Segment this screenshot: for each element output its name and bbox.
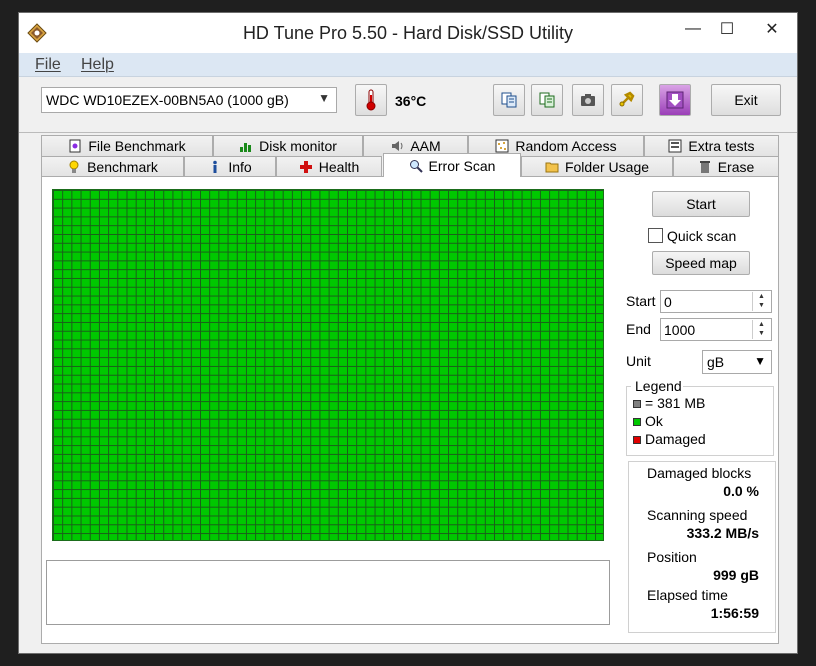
stats-group: Damaged blocks 0.0 % Scanning speed 333.… <box>628 461 776 633</box>
position-value: 999 gB <box>713 567 759 583</box>
thermometer-icon <box>366 89 376 111</box>
tab-disk-monitor[interactable]: Disk monitor <box>213 135 363 156</box>
wrench-icon <box>619 91 635 107</box>
copy-icon <box>501 92 517 108</box>
legend-ok-swatch <box>633 418 641 426</box>
up-arrow-icon[interactable]: ▲ <box>753 292 770 301</box>
tab-label: Disk monitor <box>259 138 337 154</box>
tab-erase[interactable]: Erase <box>673 156 779 177</box>
trash-icon <box>698 160 712 174</box>
end-range-value: 1000 <box>664 322 696 338</box>
tab-label: Error Scan <box>428 157 496 174</box>
damaged-blocks-value: 0.0 % <box>723 483 759 499</box>
tab-label: Erase <box>717 159 755 175</box>
tab-extra-tests[interactable]: Extra tests <box>644 135 779 156</box>
temperature-button[interactable] <box>355 84 387 116</box>
scanning-speed-value: 333.2 MB/s <box>686 525 759 541</box>
legend-damaged-label: Damaged <box>645 431 706 447</box>
tab-file-benchmark[interactable]: File Benchmark <box>41 135 213 156</box>
temperature-readout: 36°C <box>395 93 427 109</box>
folder-icon <box>545 160 559 174</box>
tab-label: Extra tests <box>688 138 755 154</box>
toolbar: WDC WD10EZEX-00BN5A0 (1000 gB) ▼ 36°C Ex… <box>19 78 797 133</box>
exit-button[interactable]: Exit <box>711 84 781 116</box>
unit-select[interactable]: gB ▼ <box>702 350 772 374</box>
speed-map-button[interactable]: Speed map <box>652 251 750 275</box>
title-bar[interactable]: HD Tune Pro 5.50 - Hard Disk/SSD Utility… <box>19 13 797 53</box>
copy-green-icon <box>539 92 555 108</box>
tab-label: Info <box>228 159 252 175</box>
start-range-value: 0 <box>664 294 672 310</box>
end-range-input[interactable]: 1000 ▲ ▼ <box>660 318 772 341</box>
camera-icon <box>581 94 595 106</box>
tab-info[interactable]: Info <box>184 156 276 177</box>
extra-tests-icon <box>668 139 682 153</box>
elapsed-time-label: Elapsed time <box>647 587 728 603</box>
tab-error-scan[interactable]: Error Scan <box>383 153 521 177</box>
tab-folder-usage[interactable]: Folder Usage <box>521 156 673 177</box>
legend-group: Legend = 381 MB Ok Damaged <box>626 378 774 456</box>
scanning-speed-label: Scanning speed <box>647 507 748 523</box>
unit-label: Unit <box>626 353 651 369</box>
file-benchmark-icon <box>68 139 82 153</box>
tab-label: Folder Usage <box>564 159 650 175</box>
tab-benchmark[interactable]: Benchmark <box>41 156 184 177</box>
copy-screenshot-button[interactable] <box>531 84 563 116</box>
drive-select-value: WDC WD10EZEX-00BN5A0 (1000 gB) <box>46 92 289 108</box>
elapsed-time-value: 1:56:59 <box>710 605 759 621</box>
tab-label: Random Access <box>515 138 617 154</box>
health-cross-icon <box>299 160 313 174</box>
down-arrow-icon[interactable]: ▼ <box>753 301 770 310</box>
info-icon <box>208 160 222 174</box>
tab-health[interactable]: Health <box>276 156 382 177</box>
chevron-down-icon: ▼ <box>318 91 330 105</box>
error-scan-panel: Start Quick scan Speed map Start 0 ▲ ▼ En… <box>41 176 779 644</box>
disk-monitor-icon <box>239 139 253 153</box>
app-window: HD Tune Pro 5.50 - Hard Disk/SSD Utility… <box>18 12 798 654</box>
close-button[interactable]: ✕ <box>747 13 797 45</box>
menu-file[interactable]: File <box>35 56 61 74</box>
tab-label: AAM <box>410 138 441 154</box>
start-scan-button[interactable]: Start <box>652 191 750 217</box>
legend-damaged-swatch <box>633 436 641 444</box>
start-range-input[interactable]: 0 ▲ ▼ <box>660 290 772 313</box>
quick-scan-label: Quick scan <box>667 228 737 244</box>
drive-select[interactable]: WDC WD10EZEX-00BN5A0 (1000 gB) ▼ <box>41 87 337 113</box>
lightbulb-icon <box>67 160 81 174</box>
start-range-label: Start <box>626 293 656 309</box>
copy-info-button[interactable] <box>493 84 525 116</box>
save-button[interactable] <box>659 84 691 116</box>
end-range-stepper[interactable]: ▲ ▼ <box>752 320 770 339</box>
legend-block-size: = 381 MB <box>645 395 706 411</box>
magnifier-icon <box>409 159 423 173</box>
unit-select-value: gB <box>707 354 725 370</box>
legend-title: Legend <box>635 378 682 394</box>
position-label: Position <box>647 549 697 565</box>
start-range-stepper[interactable]: ▲ ▼ <box>752 292 770 311</box>
maximize-button[interactable]: ☐ <box>707 13 747 45</box>
download-arrow-icon <box>666 91 684 109</box>
legend-block-swatch <box>633 400 641 408</box>
down-arrow-icon[interactable]: ▼ <box>753 329 770 338</box>
tab-label: File Benchmark <box>88 138 186 154</box>
scan-block-map <box>52 189 604 541</box>
damaged-blocks-label: Damaged blocks <box>647 465 752 481</box>
quick-scan-checkbox[interactable] <box>648 228 663 243</box>
tab-label: Benchmark <box>87 159 158 175</box>
speaker-icon <box>390 139 404 153</box>
legend-ok-label: Ok <box>645 413 663 429</box>
tab-label: Health <box>318 159 360 175</box>
random-access-icon <box>495 139 509 153</box>
screenshot-button[interactable] <box>572 84 604 116</box>
scan-log-box[interactable] <box>46 560 610 625</box>
end-range-label: End <box>626 321 651 337</box>
options-button[interactable] <box>611 84 643 116</box>
chevron-down-icon: ▼ <box>754 354 766 368</box>
menu-help[interactable]: Help <box>81 56 114 74</box>
menu-bar: File Help <box>19 53 797 77</box>
up-arrow-icon[interactable]: ▲ <box>753 320 770 329</box>
